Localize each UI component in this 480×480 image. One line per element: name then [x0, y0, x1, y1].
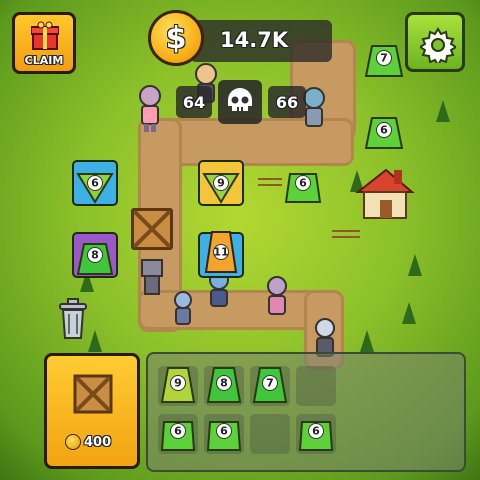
- tower[interactable]: 11: [198, 226, 244, 278]
- fence: [332, 230, 360, 238]
- tower-level: 7: [266, 376, 274, 390]
- tower[interactable]: 6: [362, 108, 406, 152]
- inventory-tower[interactable]: 6: [296, 408, 336, 454]
- kill-counter-right: 66: [268, 86, 306, 118]
- crate-price: 400: [65, 434, 111, 450]
- coin-icon: [65, 434, 81, 450]
- fence: [258, 178, 282, 186]
- claim-label: CLAIM: [24, 54, 64, 67]
- kill-counter-left: 64: [176, 86, 212, 118]
- inventory-tower[interactable]: 8: [204, 360, 244, 406]
- gear-icon: [420, 27, 456, 63]
- tower-level: 8: [91, 248, 99, 262]
- buy-crate-button[interactable]: 400: [44, 353, 140, 469]
- tower[interactable]: 6: [280, 160, 326, 206]
- claim-button[interactable]: CLAIM: [12, 12, 76, 74]
- tower-level: 7: [380, 51, 388, 65]
- tower-level: 9: [217, 176, 225, 190]
- coin-amount: 14.7K: [220, 28, 289, 52]
- crate-slot[interactable]: [131, 208, 173, 250]
- inventory-slot[interactable]: [250, 414, 290, 454]
- inventory-tower[interactable]: 7: [250, 360, 290, 406]
- crate-price-value: 400: [84, 434, 112, 450]
- tree: [402, 302, 416, 324]
- gift-icon: [31, 21, 59, 50]
- tower-level: 6: [174, 424, 182, 438]
- tower[interactable]: 6: [72, 160, 118, 206]
- kill-count-right: 66: [275, 92, 299, 112]
- tree: [408, 254, 422, 276]
- tower-level: 6: [91, 176, 99, 190]
- skull-badge: [218, 80, 262, 124]
- coin-icon: $: [148, 10, 204, 66]
- tower-level: 6: [220, 424, 228, 438]
- zombie-enemy: [141, 259, 163, 295]
- tower-level: 11: [213, 245, 229, 259]
- tower[interactable]: 7: [362, 36, 406, 80]
- inventory-tower[interactable]: 9: [158, 360, 198, 406]
- inventory-tower[interactable]: 6: [204, 408, 244, 454]
- trash-icon[interactable]: [56, 298, 90, 340]
- tower-level: 6: [312, 424, 320, 438]
- crate-icon: [73, 374, 113, 414]
- kill-count-left: 64: [182, 92, 206, 112]
- inventory-tower[interactable]: 6: [158, 408, 198, 454]
- tower[interactable]: 8: [72, 232, 118, 278]
- inventory-slot[interactable]: [296, 366, 336, 406]
- tree: [360, 330, 374, 352]
- tower-level: 6: [380, 123, 388, 137]
- zombie-enemy: [139, 85, 161, 132]
- tower[interactable]: 9: [198, 160, 244, 206]
- zombie-enemy: [267, 276, 287, 315]
- tree: [88, 330, 102, 352]
- tower-level: 8: [220, 376, 228, 390]
- skull-icon: [228, 88, 252, 111]
- inventory-panel: 9 8 7 6 6 6: [146, 352, 466, 472]
- tower-level: 6: [299, 176, 307, 190]
- tree: [436, 100, 450, 122]
- house-icon: [355, 168, 415, 219]
- tower-level: 9: [174, 376, 182, 390]
- settings-button[interactable]: [405, 12, 465, 72]
- zombie-enemy: [174, 291, 192, 325]
